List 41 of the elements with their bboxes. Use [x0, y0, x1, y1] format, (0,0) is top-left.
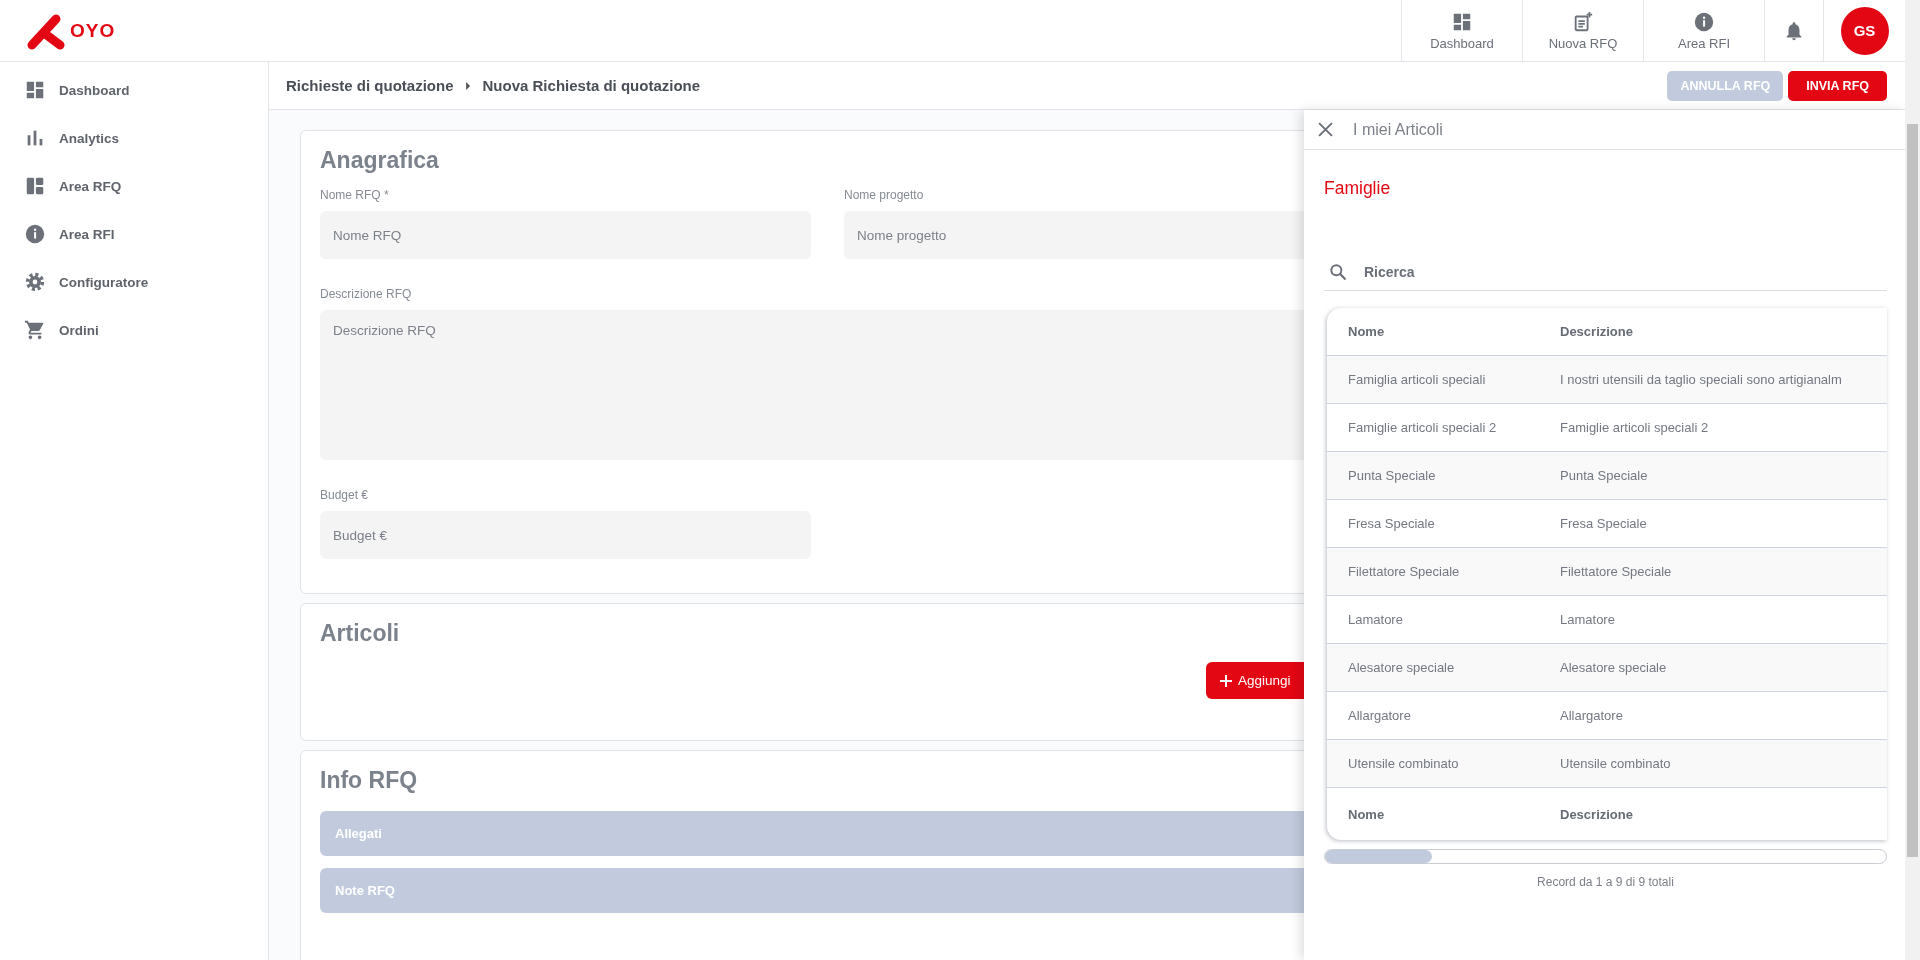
section-title: Info RFQ	[320, 767, 418, 794]
logo-text: OYO	[70, 19, 116, 42]
drawer-title: I miei Articoli	[1353, 120, 1443, 139]
field-label: Budget €	[320, 488, 370, 502]
cart-icon	[24, 319, 46, 341]
send-button[interactable]: INVIA RFQ	[1788, 70, 1887, 101]
avatar-button[interactable]: GS	[1840, 6, 1889, 55]
dashboard-icon	[24, 79, 46, 101]
table-row[interactable]: Utensile combinato Utensile combinato	[1327, 740, 1887, 788]
breadcrumb-item: Nuova Richiesta di quotazione	[482, 77, 701, 94]
sidebar-item[interactable]: Area RFQ	[0, 162, 268, 210]
settings-icon	[24, 271, 46, 293]
field-label: Descrizione RFQ	[320, 287, 413, 301]
layout-icon	[24, 175, 46, 197]
field-label: Nome RFQ *	[320, 188, 390, 202]
breadcrumb-item[interactable]: Richieste di quotazione	[286, 77, 454, 94]
plus-icon	[1219, 673, 1233, 688]
column-header: Descrizione	[1560, 324, 1634, 339]
table-row[interactable]: Alesatore speciale Alesatore speciale	[1327, 644, 1887, 692]
input-field[interactable]: Nome RFQ	[320, 211, 811, 259]
section-heading: Famiglie	[1324, 178, 1392, 200]
record-count: Record da 1 a 9 di 9 totali	[1536, 875, 1675, 889]
table-row[interactable]: Punta Speciale Punta Speciale	[1327, 452, 1887, 500]
info-icon	[24, 223, 46, 245]
table-row[interactable]: Famiglia articoli speciali I nostri utensili da taglio speciali sono artigianalm	[1327, 356, 1887, 404]
table-row[interactable]: Filettatore Speciale Filettatore Speciale	[1327, 548, 1887, 596]
sidebar-item[interactable]: Configuratore	[0, 258, 268, 306]
column-header: Nome	[1347, 324, 1386, 339]
section-title: Anagrafica	[320, 147, 439, 174]
sidebar-item[interactable]: Area RFI	[0, 210, 268, 258]
note-add-icon	[1572, 10, 1594, 33]
sidebar-item[interactable]: Dashboard	[0, 66, 268, 114]
input-field[interactable]: Budget €	[320, 511, 811, 559]
sidebar-item[interactable]: Analytics	[0, 114, 268, 162]
info-icon	[1693, 10, 1715, 33]
sidebar-item[interactable]: Ordini	[0, 306, 268, 354]
search-icon	[1328, 262, 1348, 282]
section-title: Articoli	[320, 620, 400, 647]
close-icon[interactable]	[1318, 122, 1333, 137]
vertical-scrollbar[interactable]	[1905, 0, 1920, 960]
caret-icon	[465, 81, 471, 90]
